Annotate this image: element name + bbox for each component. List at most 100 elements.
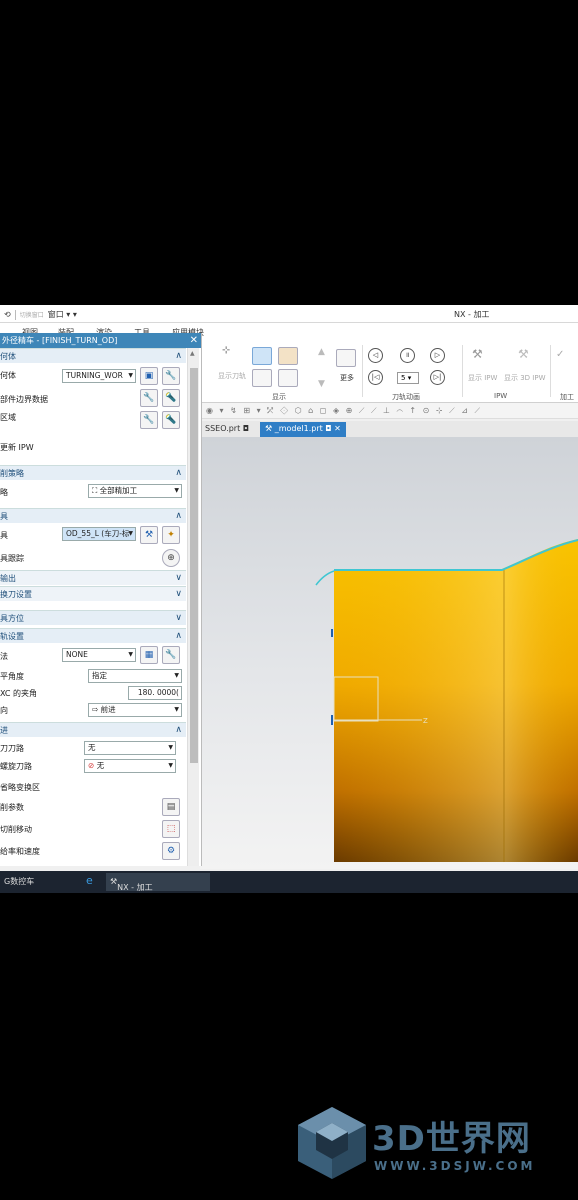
app-title: NX - 加工 <box>454 310 490 319</box>
spiral-select[interactable]: ⊘ 无 ▼ <box>84 759 176 773</box>
tool-holder-icon[interactable] <box>278 347 298 365</box>
chevron-down-icon: ∨ <box>175 613 182 623</box>
more-button[interactable]: 更多 <box>340 373 354 383</box>
view-icon[interactable]: ⟲ <box>4 310 11 319</box>
edge-icon[interactable]: e <box>86 874 93 887</box>
taskbar-item-nx[interactable]: ⚒ NX - 加工 <box>106 873 210 892</box>
document-tabs: SSEO.prt ◘ ⚒ _model1.prt ◘ ✕ <box>200 421 578 437</box>
show-ipw-button[interactable]: 显示 IPW <box>468 373 497 383</box>
new-method-icon[interactable]: ▦ <box>140 646 158 664</box>
watermark-brand: 3D世界网 <box>372 1119 531 1159</box>
direction-row: 向 ⇨ 前进 ▼ <box>0 702 186 718</box>
direction-label: 向 <box>0 706 8 715</box>
section-change-tool[interactable]: 换刀设置 ∨ <box>0 586 186 601</box>
dialog-scrollbar[interactable]: ▲ <box>187 348 199 866</box>
chevron-up-icon: ∧ <box>175 511 182 521</box>
strategy-row: 略 ⛶ 全部精加工 ▼ <box>0 482 186 500</box>
edit-tool-icon[interactable]: ✦ <box>162 526 180 544</box>
update-ipw-label: 更新 IPW <box>0 443 34 452</box>
selection-toolbar: ◉ ▾ ↯ ⊞ ▾ ⤱ ⟐ ⬡ ⌂ ◻ ◈ ⊕ ⟋ ⟋ ⊥ ⌒ ↑ ⊙ ⊹ ⟋ … <box>200 403 578 419</box>
method-select[interactable]: NONE ▼ <box>62 648 136 662</box>
doc-tab-active[interactable]: ⚒ _model1.prt ◘ ✕ <box>260 422 346 437</box>
section-tool[interactable]: 具 ∧ <box>0 508 186 523</box>
update-ipw-row[interactable]: 更新 IPW <box>0 440 186 454</box>
fixture-display-icon[interactable] <box>278 369 298 387</box>
show-3d-ipw-button[interactable]: 显示 3D IPW <box>504 373 546 383</box>
method-label: 法 <box>0 652 8 661</box>
more-icon[interactable] <box>336 349 356 367</box>
scroll-thumb[interactable] <box>190 368 198 763</box>
noncut-moves-icon[interactable]: ⬚ <box>162 820 180 838</box>
layer-tool-icon[interactable] <box>252 347 272 365</box>
3d-ipw-icon[interactable]: ⚒ <box>518 347 529 361</box>
blank-display-icon[interactable] <box>252 369 272 387</box>
cut-path-label: 刀刀路 <box>0 744 24 753</box>
separator <box>462 345 463 397</box>
new-geometry-icon[interactable]: ▣ <box>140 367 158 385</box>
flashlight-icon[interactable]: 🔦 <box>162 389 180 407</box>
section-cut-strategy[interactable]: 削策略 ∧ <box>0 465 186 480</box>
pause-icon[interactable]: ॥ <box>400 348 415 363</box>
separator <box>550 345 551 397</box>
doc-tab[interactable]: SSEO.prt ◘ <box>200 422 254 437</box>
cut-params-icon[interactable]: ▤ <box>162 798 180 816</box>
edit-wrench-icon[interactable]: 🔧 <box>162 367 180 385</box>
speed-select[interactable]: 5 ▾ <box>397 372 419 384</box>
chevron-up-icon: ∧ <box>175 351 182 361</box>
new-tool-icon[interactable]: ⚒ <box>140 526 158 544</box>
tool-select[interactable]: OD_55_L (车刀-标 ▼ <box>62 527 136 541</box>
play-icon[interactable]: ▷ <box>430 348 445 363</box>
section-geometry[interactable]: 何体 ∧ <box>0 348 186 363</box>
close-icon[interactable]: ✕ <box>190 333 198 348</box>
group-label-ipw: IPW <box>494 392 508 400</box>
tool-label: 具 <box>0 531 8 540</box>
level-angle-select[interactable]: 指定 ▼ <box>88 669 182 683</box>
ipw-icon[interactable]: ⚒ <box>472 347 483 361</box>
3dsjw-watermark: 3D世界网 WWW.3DSJW.COM <box>296 1105 566 1185</box>
omit-zone-row[interactable]: 省略变换区 <box>0 780 186 794</box>
section-stepover[interactable]: 进 ∧ <box>0 722 186 737</box>
direction-select[interactable]: ⇨ 前进 ▼ <box>88 703 182 717</box>
level-angle-row: 平角度 指定 ▼ <box>0 668 186 684</box>
xc-angle-row: XC 的夹角 180. 0000( <box>0 685 186 701</box>
flashlight-icon[interactable]: 🔦 <box>162 411 180 429</box>
part-model-graphic: Z <box>315 539 578 862</box>
section-output[interactable]: 输出 ∨ <box>0 570 186 585</box>
show-toolpath-button[interactable]: 显示刀轨 <box>218 371 246 381</box>
cut-path-select[interactable]: 无 ▼ <box>84 741 176 755</box>
watermark-url: WWW.3DSJW.COM <box>374 1159 536 1173</box>
geometry-select[interactable]: TURNING_WOR ▼ <box>62 369 136 383</box>
verify-icon[interactable]: ✓ <box>556 349 564 360</box>
rewind-icon[interactable]: ◁ <box>368 348 383 363</box>
chevron-up-icon: ∧ <box>175 468 182 478</box>
section-tool-axis[interactable]: 轨设置 ∧ <box>0 628 186 643</box>
xc-angle-input[interactable]: 180. 0000( <box>128 686 182 700</box>
group-label-machining: 加工 <box>560 393 574 401</box>
edit-wrench-icon[interactable]: 🔧 <box>162 646 180 664</box>
strategy-select[interactable]: ⛶ 全部精加工 ▼ <box>88 484 182 498</box>
xc-angle-label: XC 的夹角 <box>0 689 38 698</box>
graphics-viewport[interactable]: Z <box>200 437 578 869</box>
snap-icons[interactable]: ◉ ▾ ↯ ⊞ ▾ ⤱ ⟐ ⬡ ⌂ ◻ ◈ ⊕ ⟋ ⟋ ⊥ ⌒ ↑ ⊙ ⊹ ⟋ … <box>206 406 482 415</box>
step-back-icon[interactable]: |◁ <box>368 370 383 385</box>
geometry-label: 何体 <box>0 371 16 380</box>
feeds-speeds-icon[interactable]: ⚙ <box>162 842 180 860</box>
switch-window-button[interactable]: 切换窗口 <box>20 310 44 319</box>
nx-screen: ⟲ 切换窗口 窗口 ▾ ▾ NX - 加工 视图 装配 渲染 工具 应用模块 ⊹… <box>0 305 578 893</box>
boundary-row: 部件边界数据 🔧 🔦 <box>0 388 186 408</box>
level-angle-label: 平角度 <box>0 672 24 681</box>
section-tool-orientation[interactable]: 具方位 ∨ <box>0 610 186 625</box>
edit-wrench-icon[interactable]: 🔧 <box>140 389 158 407</box>
taskbar-item-cnc[interactable]: G数控车 <box>0 873 80 891</box>
scroll-up-arrow[interactable]: ▲ <box>190 350 195 357</box>
window-menu[interactable]: 窗口 ▾ ▾ <box>48 309 77 320</box>
ribbon: ⊹ 显示刀轨 ▲ ▼ 更多 显示 ◁ ॥ ▷ |◁ 5 ▾ ▷| 刀轨动画 ⚒ … <box>200 339 578 403</box>
scroll-down-icon[interactable]: ▼ <box>318 379 325 389</box>
feeds-row: 给率和速度 ⚙ <box>0 840 186 862</box>
crosshair-icon[interactable]: ⊕ <box>162 549 180 567</box>
edit-wrench-icon[interactable]: 🔧 <box>140 411 158 429</box>
strategy-label: 略 <box>0 488 8 497</box>
step-forward-icon[interactable]: ▷| <box>430 370 445 385</box>
scroll-up-icon[interactable]: ▲ <box>318 347 325 357</box>
dialog-title: 外径精车 - [FINISH_TURN_OD] ✕ <box>0 333 201 348</box>
